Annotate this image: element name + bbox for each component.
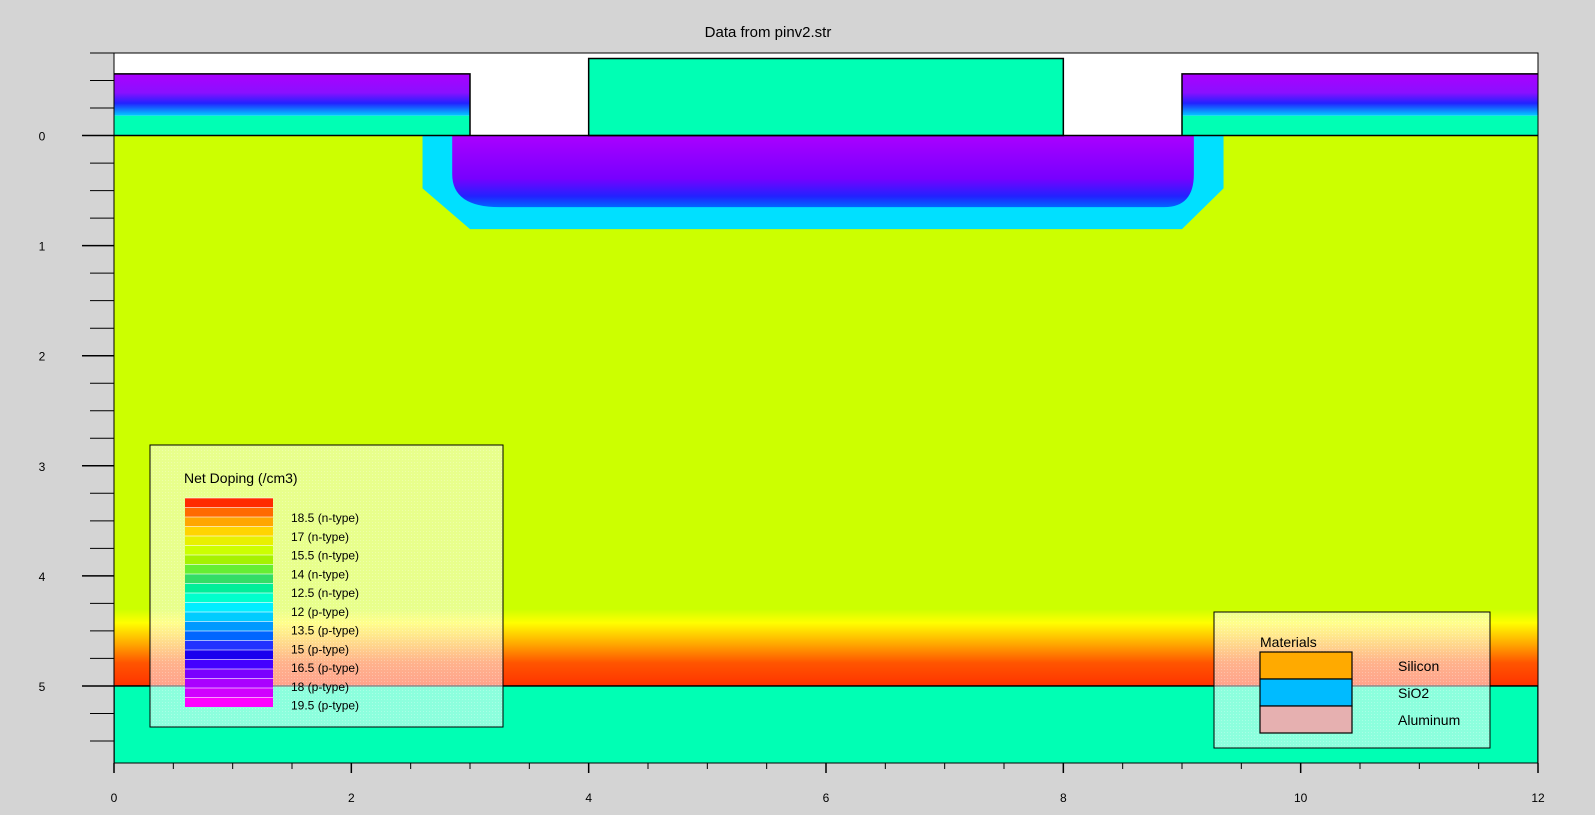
y-tick-label: 4 [39, 570, 46, 584]
materials-legend-title: Materials [1260, 634, 1317, 650]
doping-legend: Net Doping (/cm3) 18.5 (n-type) 17 (n-typ… [149, 444, 504, 728]
doping-legend-swatch [185, 659, 273, 669]
x-tick-label: 2 [348, 791, 355, 805]
y-tick-label: 5 [39, 680, 46, 694]
doping-legend-swatch [185, 650, 273, 660]
doping-legend-swatch [185, 612, 273, 622]
doping-legend-swatch [185, 498, 273, 508]
doping-legend-labels: 18.5 (n-type) 17 (n-type) 15.5 (n-type) 14 … [291, 511, 359, 713]
doping-legend-swatch [185, 574, 273, 584]
materials-legend-swatch [1259, 678, 1353, 707]
doping-legend-swatch [185, 593, 273, 603]
doping-legend-swatch [185, 507, 273, 517]
materials-legend-swatch [1259, 651, 1353, 680]
x-tick-label: 0 [111, 791, 118, 805]
x-tick-label: 6 [823, 791, 830, 805]
materials-legend: Materials Silicon SiO2 Aluminum [1213, 611, 1491, 749]
doping-legend-swatch [185, 564, 273, 574]
doping-legend-label: 16.5 (p-type) [291, 661, 359, 675]
materials-legend-label: Silicon [1398, 658, 1439, 674]
chart-title: Data from pinv2.str [705, 24, 832, 41]
region-aluminum-right-base [1182, 115, 1538, 136]
x-tick-label: 4 [585, 791, 592, 805]
region-aluminum-right [1182, 73, 1538, 116]
y-tick-label: 0 [39, 130, 46, 144]
materials-legend-label: Aluminum [1398, 712, 1460, 728]
doping-legend-label: 15 (p-type) [291, 642, 349, 656]
doping-legend-swatch [185, 669, 273, 679]
doping-legend-title: Net Doping (/cm3) [184, 470, 298, 486]
x-tick-label: 12 [1531, 791, 1545, 805]
y-tick-label: 3 [39, 460, 46, 474]
materials-legend-swatch [1259, 705, 1353, 734]
doping-legend-label: 14 (n-type) [291, 567, 349, 581]
doping-legend-swatch [185, 688, 273, 698]
doping-legend-label: 12 (p-type) [291, 605, 349, 619]
doping-legend-label: 18.5 (n-type) [291, 511, 359, 525]
doping-legend-swatch [185, 640, 273, 650]
doping-legend-label: 13.5 (p-type) [291, 624, 359, 638]
doping-legend-swatch [185, 602, 273, 612]
y-tick-label: 2 [39, 350, 46, 364]
doping-legend-swatch [185, 555, 273, 565]
doping-legend-label: 19.5 (p-type) [291, 699, 359, 713]
x-tick-label: 8 [1060, 791, 1067, 805]
device-plot: Data from pinv2.str 0 2 4 6 8 10 12 012345 Net… [39, 24, 1545, 805]
region-p-well [452, 135, 1194, 208]
y-tick-label: 1 [39, 240, 46, 254]
doping-legend-swatch [185, 536, 273, 546]
doping-legend-label: 15.5 (n-type) [291, 549, 359, 563]
doping-legend-swatch [185, 526, 273, 536]
doping-legend-swatch [185, 678, 273, 688]
doping-legend-label: 17 (n-type) [291, 530, 349, 544]
x-axis: 0 2 4 6 8 10 12 [111, 762, 1545, 805]
doping-legend-swatch [185, 631, 273, 641]
doping-legend-label: 18 (p-type) [291, 680, 349, 694]
y-axis: 0 1 2 3 4 5 [39, 52, 115, 763]
doping-legend-swatch [185, 545, 273, 555]
doping-legend-swatch [185, 517, 273, 527]
region-sio2-gate [587, 57, 1065, 137]
region-aluminum-left [114, 73, 470, 116]
doping-legend-label: 12.5 (n-type) [291, 586, 359, 600]
materials-legend-label: SiO2 [1398, 685, 1429, 701]
doping-legend-swatch [185, 621, 273, 631]
doping-legend-swatch [185, 583, 273, 593]
doping-legend-swatches [185, 497, 273, 707]
x-tick-label: 10 [1294, 791, 1308, 805]
region-aluminum-left-base [114, 115, 470, 136]
doping-legend-swatch [185, 697, 273, 707]
